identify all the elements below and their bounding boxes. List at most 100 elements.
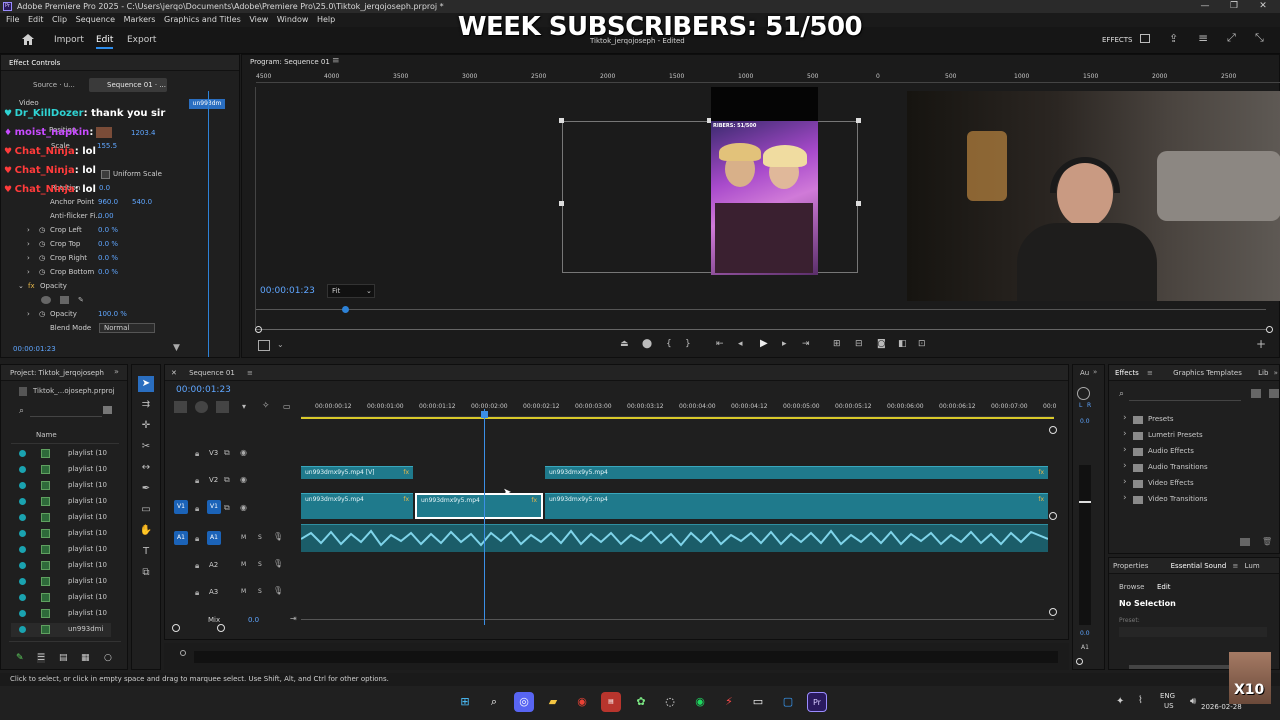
menu-markers[interactable]: Markers bbox=[124, 13, 156, 27]
project-search-input[interactable] bbox=[30, 406, 102, 417]
solo-button[interactable]: S bbox=[258, 588, 262, 595]
sync-lock-icon[interactable]: ⧉ bbox=[224, 475, 230, 485]
snap-icon[interactable] bbox=[174, 401, 187, 413]
date-text[interactable]: 2026-02-28 bbox=[1201, 703, 1242, 711]
scroll-handle-right[interactable] bbox=[1266, 326, 1273, 333]
overwrite-icon[interactable]: ⊟ bbox=[855, 339, 863, 349]
panel-scrollbar[interactable] bbox=[1129, 665, 1239, 669]
timeline-playhead[interactable] bbox=[484, 409, 485, 625]
effects-folder[interactable]: › Audio Transitions bbox=[1119, 461, 1269, 475]
premiere-taskbar-icon[interactable]: Pr bbox=[807, 692, 827, 712]
source-patch-v1[interactable]: V1 bbox=[174, 500, 188, 514]
scroll-handle-left[interactable] bbox=[255, 326, 262, 333]
ripple-edit-icon[interactable]: ✛ bbox=[138, 418, 154, 434]
menu-file[interactable]: File bbox=[6, 13, 19, 27]
work-area-bar[interactable] bbox=[301, 417, 1054, 419]
zoom-slider-icon[interactable]: ○ bbox=[104, 653, 112, 663]
effects-folder[interactable]: › Presets bbox=[1119, 413, 1269, 427]
transform-handle[interactable] bbox=[856, 118, 861, 123]
marker-icon[interactable]: ⬤ bbox=[642, 339, 652, 349]
sequence-tab[interactable]: Sequence 01 bbox=[189, 369, 235, 377]
app-icon[interactable]: ⚡ bbox=[719, 692, 739, 712]
mix-value[interactable]: 0.0 bbox=[248, 616, 259, 624]
pen-mask-icon[interactable]: ✎ bbox=[78, 293, 84, 307]
tray-icon[interactable]: ✦ bbox=[1116, 696, 1124, 707]
project-item[interactable]: playlist (10 bbox=[11, 543, 111, 557]
vscroll-handle[interactable] bbox=[1049, 512, 1057, 520]
minimize-button[interactable]: — bbox=[1193, 0, 1217, 13]
wifi-icon[interactable]: ⌇ bbox=[1138, 695, 1143, 706]
footer-handle[interactable] bbox=[180, 650, 186, 656]
tab-effects[interactable]: Effects bbox=[1115, 369, 1139, 377]
effects-folder[interactable]: › Video Effects bbox=[1119, 477, 1269, 491]
panel-menu-icon[interactable]: ≡ bbox=[1147, 369, 1153, 377]
project-title[interactable]: Project: Tiktok_jerqojoseph bbox=[1, 365, 127, 381]
audio-clip-a1[interactable] bbox=[301, 524, 1048, 552]
slip-icon[interactable]: ↔ bbox=[138, 460, 154, 476]
share-icon[interactable]: ⇪ bbox=[1169, 32, 1178, 45]
chevron-right-icon[interactable]: › bbox=[1123, 429, 1127, 439]
tab-essential-sound[interactable]: Essential Sound bbox=[1171, 562, 1227, 570]
tab-import[interactable]: Import bbox=[54, 35, 84, 45]
chevron-right-icon[interactable]: › bbox=[1123, 413, 1127, 423]
project-item[interactable]: playlist (10 bbox=[11, 447, 111, 461]
expand-panel-icon[interactable]: » bbox=[114, 367, 119, 376]
project-item[interactable]: playlist (10 bbox=[11, 607, 111, 621]
menu-graphics[interactable]: Graphics and Titles bbox=[164, 13, 241, 27]
transform-handle[interactable] bbox=[559, 201, 564, 206]
preset-select[interactable] bbox=[1119, 627, 1267, 637]
app-icon[interactable]: ▢ bbox=[778, 692, 798, 712]
go-to-out-icon[interactable]: ⇥ bbox=[802, 339, 810, 349]
chevron-right-icon[interactable]: › bbox=[1123, 461, 1127, 471]
go-to-in-icon[interactable]: ⇤ bbox=[716, 339, 724, 349]
audio-meter-title[interactable]: Au bbox=[1080, 369, 1089, 377]
mini-timeline[interactable] bbox=[256, 309, 1266, 310]
playhead-marker[interactable] bbox=[481, 411, 488, 418]
mic-icon[interactable]: 🎙︎ bbox=[273, 532, 283, 541]
search-icon[interactable]: ⌕ bbox=[1119, 389, 1124, 399]
edit-tab[interactable]: Edit bbox=[1157, 583, 1171, 591]
tab-properties[interactable]: Properties bbox=[1113, 562, 1148, 570]
rectangle-icon[interactable]: ▭ bbox=[138, 502, 154, 518]
track-v1-label[interactable]: V1 bbox=[207, 500, 221, 514]
close-button[interactable]: ✕ bbox=[1251, 0, 1275, 13]
sound-icon[interactable]: 🔊︎ bbox=[1190, 696, 1196, 707]
track-a2-label[interactable]: A2 bbox=[209, 561, 218, 569]
terminal-icon[interactable]: ▭ bbox=[748, 692, 768, 712]
panel-layout-icon[interactable] bbox=[1140, 34, 1150, 43]
selection-tool-icon[interactable]: ➤ bbox=[138, 376, 154, 392]
meter-clock-icon[interactable] bbox=[1077, 387, 1090, 400]
solo-button[interactable]: S bbox=[258, 534, 262, 541]
close-sequence-icon[interactable]: ✕ bbox=[171, 369, 177, 377]
windows-start-icon[interactable]: ⊞ bbox=[455, 692, 475, 712]
lock-icon[interactable]: 🔒︎ bbox=[195, 449, 199, 459]
zoom-handle-left[interactable] bbox=[172, 624, 180, 632]
caption-icon[interactable]: ⧉ bbox=[138, 565, 154, 581]
source-patch-a1[interactable]: A1 bbox=[174, 531, 188, 545]
expand-icon[interactable]: ⤡ bbox=[1255, 31, 1264, 45]
menu-sequence[interactable]: Sequence bbox=[76, 13, 115, 27]
transform-handle[interactable] bbox=[856, 201, 861, 206]
project-item[interactable]: playlist (10 bbox=[11, 559, 111, 573]
freeform-view-icon[interactable]: ▦ bbox=[81, 653, 90, 663]
lock-icon[interactable]: 🔒︎ bbox=[195, 534, 199, 544]
accelerated-effects-icon[interactable] bbox=[1251, 389, 1261, 398]
vscroll-handle[interactable] bbox=[1049, 426, 1057, 434]
lift-icon[interactable]: ⏏ bbox=[620, 339, 629, 349]
pen-icon[interactable]: ✒ bbox=[138, 481, 154, 497]
track-a1-label[interactable]: A1 bbox=[207, 531, 221, 545]
tab-lumetri[interactable]: Lum bbox=[1245, 562, 1260, 570]
maximize-button[interactable]: ❐ bbox=[1222, 0, 1246, 13]
solo-button[interactable]: S bbox=[258, 561, 262, 568]
timeline-timecode[interactable]: 00:00:01:23 bbox=[176, 385, 231, 395]
track-v3-label[interactable]: V3 bbox=[209, 449, 218, 457]
camera-icon[interactable]: ◙ bbox=[877, 339, 886, 349]
ec-timecode[interactable]: 00:00:01:23 bbox=[13, 345, 56, 353]
github-icon[interactable]: ◌ bbox=[660, 692, 680, 712]
chevron-right-icon[interactable]: › bbox=[1123, 445, 1127, 455]
clip-v1-selected[interactable]: un993dmx9y5.mp4 fx bbox=[415, 493, 543, 519]
sequence-tab[interactable]: Sequence 01 · ... bbox=[89, 78, 167, 92]
vscroll-handle[interactable] bbox=[1049, 608, 1057, 616]
search-icon[interactable]: ⌕ bbox=[484, 692, 504, 712]
track-select-icon[interactable]: ⇉ bbox=[138, 397, 154, 413]
